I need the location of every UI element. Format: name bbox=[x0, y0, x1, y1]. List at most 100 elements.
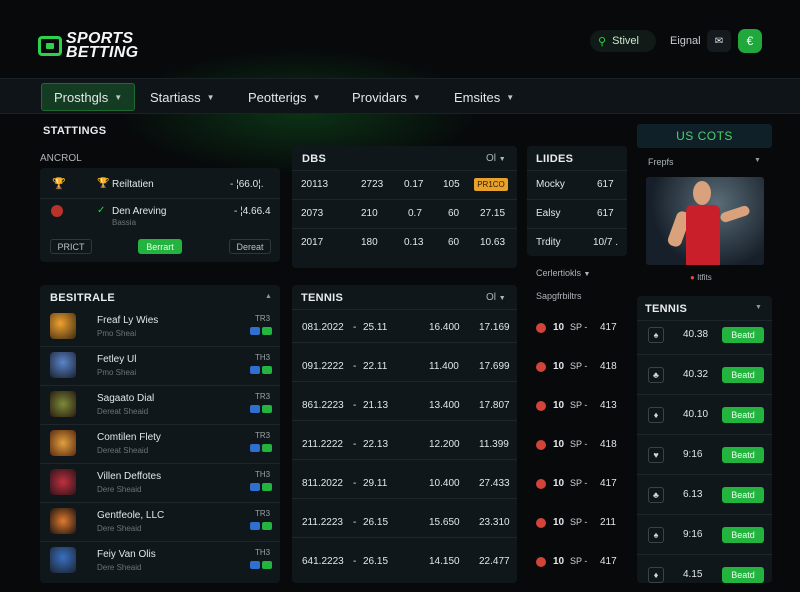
blue-badge-icon[interactable] bbox=[250, 327, 260, 335]
item-name[interactable]: Comtilen Flety bbox=[97, 432, 161, 443]
side-value[interactable]: 413 bbox=[600, 400, 617, 411]
us-cots-title[interactable]: US COTS bbox=[637, 124, 772, 148]
side-value[interactable]: 211 bbox=[600, 517, 616, 528]
match-odds-a[interactable]: 16.400 bbox=[429, 322, 460, 333]
lides-filter[interactable]: Cerlertiokls ▼ bbox=[536, 268, 590, 278]
nav-item-startiass[interactable]: Startiass ▼ bbox=[150, 83, 215, 111]
item-name[interactable]: Feiy Van Olis bbox=[97, 549, 156, 560]
divider bbox=[527, 228, 627, 229]
item-name[interactable]: Gentfeole, LLC bbox=[97, 510, 164, 521]
match-odds-a[interactable]: 12.200 bbox=[429, 439, 460, 450]
chevron-down-icon[interactable]: ▼ bbox=[755, 304, 762, 311]
item-name[interactable]: Villen Deffotes bbox=[97, 471, 161, 482]
stat-row-odds[interactable]: - ¦4.66.4 bbox=[234, 206, 271, 217]
search-button[interactable]: ⚲ Stivel bbox=[590, 30, 656, 52]
match-odds-b[interactable]: 22.477 bbox=[479, 556, 510, 567]
item-thumbnail[interactable] bbox=[50, 547, 76, 573]
sport-icon[interactable]: ♣ bbox=[648, 487, 664, 503]
item-thumbnail[interactable] bbox=[50, 508, 76, 534]
bet-button[interactable]: Beatd bbox=[722, 527, 764, 543]
match-score[interactable]: 25.11 bbox=[363, 322, 387, 333]
berrart-button[interactable]: Berrart bbox=[138, 239, 182, 254]
dbs-toggle[interactable]: Ol ▼ bbox=[486, 153, 506, 164]
bet-button[interactable]: Beatd bbox=[722, 447, 764, 463]
match-odds-b[interactable]: 11.399 bbox=[479, 439, 509, 450]
item-thumbnail[interactable] bbox=[50, 469, 76, 495]
match-score[interactable]: 26.15 bbox=[363, 517, 388, 528]
item-thumbnail[interactable] bbox=[50, 313, 76, 339]
green-badge-icon[interactable] bbox=[262, 444, 272, 452]
sport-icon[interactable]: ♣ bbox=[648, 367, 664, 383]
dbs-odds[interactable]: 0.7 bbox=[408, 208, 422, 219]
nav-item-prosthgls[interactable]: Prosthgls ▼ bbox=[41, 83, 136, 111]
ball-icon bbox=[536, 518, 546, 528]
sport-icon[interactable]: ♦ bbox=[648, 567, 664, 583]
item-thumbnail[interactable] bbox=[50, 391, 76, 417]
blue-badge-icon[interactable] bbox=[250, 444, 260, 452]
green-badge-icon[interactable] bbox=[262, 561, 272, 569]
match-odds-a[interactable]: 15.650 bbox=[429, 517, 460, 528]
green-badge-icon[interactable] bbox=[262, 327, 272, 335]
green-badge-icon[interactable] bbox=[262, 522, 272, 530]
match-score[interactable]: 22.11 bbox=[363, 361, 387, 372]
side-value[interactable]: 417 bbox=[600, 478, 617, 489]
dbs-odds[interactable]: 0.17 bbox=[404, 179, 423, 190]
match-odds-b[interactable]: 17.699 bbox=[479, 361, 510, 372]
item-name[interactable]: Fetley Ul bbox=[97, 354, 136, 365]
match-odds-a[interactable]: 10.400 bbox=[429, 478, 460, 489]
blue-badge-icon[interactable] bbox=[250, 522, 260, 530]
sport-icon[interactable]: ♠ bbox=[648, 527, 664, 543]
bet-button[interactable]: Beatd bbox=[722, 327, 764, 343]
chevron-down-icon[interactable]: ▼ bbox=[754, 157, 761, 164]
match-odds-b[interactable]: 23.310 bbox=[479, 517, 510, 528]
bet-button[interactable]: Beatd bbox=[722, 567, 764, 583]
blue-badge-icon[interactable] bbox=[250, 561, 260, 569]
sport-icon[interactable]: ♠ bbox=[648, 327, 664, 343]
match-odds-b[interactable]: 17.807 bbox=[479, 400, 510, 411]
dbs-odds[interactable]: 0.13 bbox=[404, 237, 423, 248]
green-badge-icon[interactable] bbox=[262, 405, 272, 413]
side-value[interactable]: 418 bbox=[600, 439, 617, 450]
match-score[interactable]: 21.13 bbox=[363, 400, 388, 411]
match-odds-a[interactable]: 14.150 bbox=[429, 556, 460, 567]
match-odds-a[interactable]: 13.400 bbox=[429, 400, 460, 411]
match-score[interactable]: 22.13 bbox=[363, 439, 388, 450]
nav-item-providars[interactable]: Providars ▼ bbox=[352, 83, 421, 111]
item-name[interactable]: Sagaato Dial bbox=[97, 393, 154, 404]
prict-button[interactable]: PRICT bbox=[50, 239, 92, 254]
sport-icon[interactable]: ♥ bbox=[648, 447, 664, 463]
side-value[interactable]: 417 bbox=[600, 556, 617, 567]
nav-item-emsites[interactable]: Emsites ▼ bbox=[454, 83, 514, 111]
green-badge-icon[interactable] bbox=[262, 366, 272, 374]
signin-link[interactable]: Eignal bbox=[670, 35, 701, 47]
match-score[interactable]: 29.11 bbox=[363, 478, 387, 489]
dereat-button[interactable]: Dereat bbox=[229, 239, 271, 254]
green-badge-icon[interactable] bbox=[262, 483, 272, 491]
wallet-button[interactable]: € bbox=[738, 29, 762, 53]
match-odds-b[interactable]: 17.169 bbox=[479, 322, 510, 333]
match-score[interactable]: 26.15 bbox=[363, 556, 388, 567]
item-thumbnail[interactable] bbox=[50, 430, 76, 456]
item-name[interactable]: Freaf Ly Wies bbox=[97, 315, 158, 326]
stat-row-odds[interactable]: - ¦66.0¦. bbox=[230, 179, 264, 190]
match-odds-b[interactable]: 27.433 bbox=[479, 478, 510, 489]
bet-button[interactable]: Beatd bbox=[722, 487, 764, 503]
blue-badge-icon[interactable] bbox=[250, 405, 260, 413]
side-value[interactable]: 418 bbox=[600, 361, 617, 372]
chevron-up-icon[interactable]: ▲ bbox=[265, 293, 272, 300]
lides-title: LIIDES bbox=[536, 153, 574, 165]
logo[interactable]: SPORTS BETTING bbox=[38, 31, 146, 61]
blue-badge-icon[interactable] bbox=[250, 366, 260, 374]
sportsbook-app: SPORTS BETTING ⚲ Stivel Eignal ✉ € Prost… bbox=[0, 0, 800, 592]
nav-item-peotterigs[interactable]: Peotterigs ▼ bbox=[248, 83, 320, 111]
item-thumbnail[interactable] bbox=[50, 352, 76, 378]
match-odds-a[interactable]: 11.400 bbox=[429, 361, 459, 372]
mail-icon[interactable]: ✉ bbox=[707, 30, 731, 52]
sport-icon[interactable]: ♦ bbox=[648, 407, 664, 423]
bet-button[interactable]: Beatd bbox=[722, 407, 764, 423]
side-value[interactable]: 417 bbox=[600, 322, 617, 333]
bet-button[interactable]: Beatd bbox=[722, 367, 764, 383]
tennis-toggle[interactable]: Ol ▼ bbox=[486, 292, 506, 303]
dash-icon: - bbox=[353, 478, 357, 489]
blue-badge-icon[interactable] bbox=[250, 483, 260, 491]
